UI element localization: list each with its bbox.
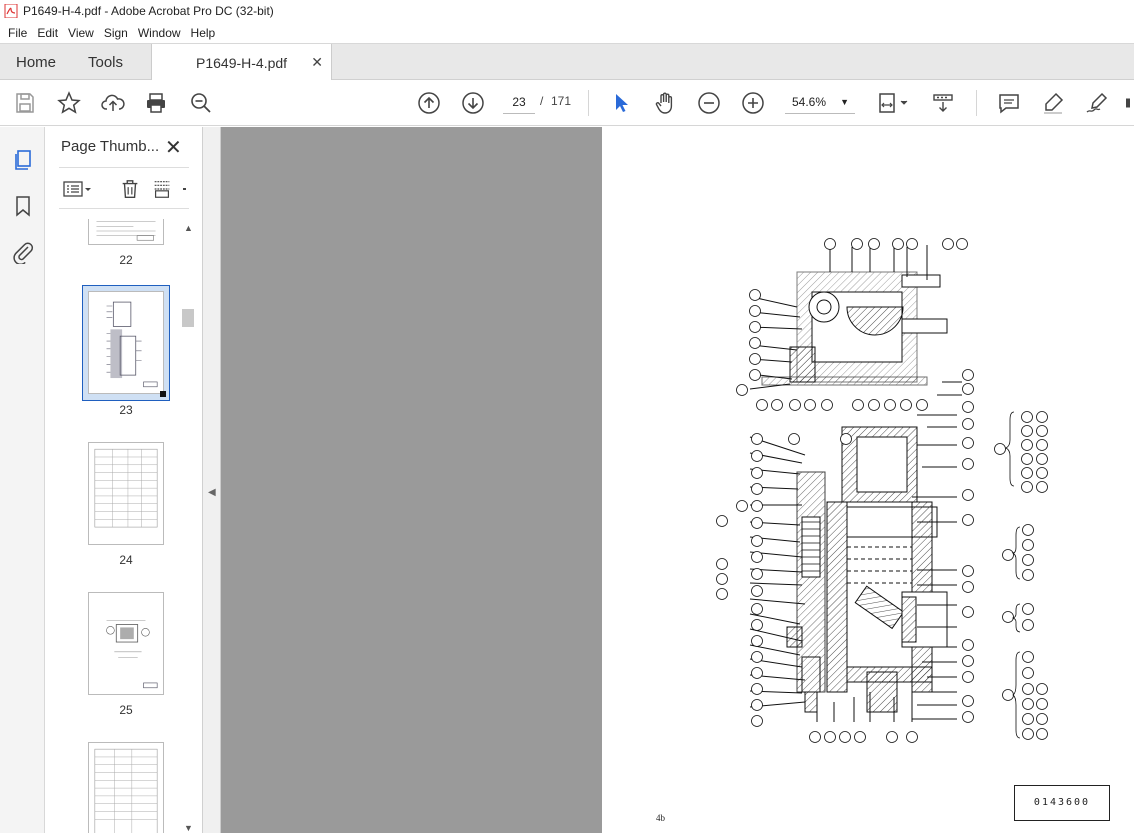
menu-view[interactable]: View — [63, 26, 99, 40]
bookmarks-icon[interactable] — [10, 193, 36, 219]
menu-help[interactable]: Help — [186, 26, 221, 40]
page-thumbnail[interactable] — [88, 442, 164, 545]
toolbar-divider — [588, 90, 589, 116]
page-thumbnails-icon[interactable] — [10, 147, 36, 173]
drawing-code-box: 0143600 — [1014, 785, 1110, 821]
page-total: 171 — [551, 94, 572, 108]
previous-page-icon[interactable] — [416, 90, 442, 116]
page-thumbnail[interactable] — [88, 219, 164, 245]
zoom-in-icon[interactable] — [740, 90, 766, 116]
page-thumbnail[interactable] — [88, 592, 164, 695]
tab-bar: Home Tools P1649-H-4.pdf ✕ — [0, 43, 1134, 81]
navigation-rail — [0, 127, 45, 833]
select-cursor-icon[interactable] — [608, 90, 634, 116]
toolbar-divider — [976, 90, 977, 116]
page-thumbnail-selected[interactable] — [88, 291, 164, 394]
highlight-pen-icon[interactable] — [1040, 90, 1066, 116]
page-thumbnails-panel: Page Thumb... ✕ 22 23 24 25 ▲ ▼ — [45, 127, 203, 833]
tab-document-label: P1649-H-4.pdf — [196, 54, 288, 71]
page-number-input[interactable]: 23 — [503, 90, 535, 114]
scroll-up-icon[interactable]: ▲ — [184, 223, 193, 233]
toolbar: 23 / 171 54.6% ▼ — [0, 80, 1134, 126]
thumbnail-options-icon[interactable] — [59, 178, 95, 200]
close-tab-icon[interactable]: ✕ — [311, 54, 323, 71]
delete-page-icon[interactable] — [117, 178, 143, 200]
panel-toolbar — [59, 167, 189, 209]
save-icon[interactable] — [12, 90, 38, 116]
hand-tool-icon[interactable] — [652, 90, 678, 116]
scrollbar-thumb[interactable] — [182, 309, 194, 327]
menu-bar: File Edit View Sign Window Help — [0, 22, 1134, 43]
menu-sign[interactable]: Sign — [99, 26, 133, 40]
technical-drawing-image — [716, 238, 1048, 743]
menu-file[interactable]: File — [3, 26, 32, 40]
thumbnail-scrollbar[interactable]: ▲ ▼ — [181, 219, 195, 833]
page-thumbnail-label: 23 — [119, 403, 133, 417]
panel-collapse-handle[interactable]: ◀ — [203, 127, 221, 833]
title-bar: P1649-H-4.pdf - Adobe Acrobat Pro DC (32… — [0, 0, 1134, 22]
more-tools-icon[interactable] — [1122, 90, 1134, 116]
collapse-left-icon[interactable]: ◀ — [208, 487, 216, 498]
page-thumbnail-label: 24 — [119, 553, 133, 567]
scroll-down-icon[interactable]: ▼ — [184, 823, 193, 833]
tab-document[interactable]: P1649-H-4.pdf ✕ — [151, 44, 332, 81]
zoom-level-select[interactable]: 54.6% ▼ — [785, 90, 855, 114]
menu-window[interactable]: Window — [133, 26, 186, 40]
tab-home[interactable]: Home — [16, 44, 56, 80]
acrobat-app-icon — [4, 4, 18, 18]
window-title: P1649-H-4.pdf - Adobe Acrobat Pro DC (32… — [23, 4, 274, 18]
find-zoom-icon[interactable] — [188, 90, 214, 116]
pdf-page: 0143600 4b — [602, 127, 1134, 833]
scroll-mode-icon[interactable] — [930, 90, 956, 116]
panel-title: Page Thumb... — [61, 138, 160, 155]
page-separator: / — [540, 94, 544, 108]
extract-pages-icon[interactable] — [149, 178, 175, 200]
zoom-level-value: 54.6% — [792, 95, 827, 109]
close-panel-icon[interactable]: ✕ — [165, 135, 182, 160]
current-page-marker — [160, 391, 166, 397]
attachments-paperclip-icon[interactable] — [10, 239, 36, 265]
fill-sign-icon[interactable] — [1084, 90, 1110, 116]
page-thumbnail[interactable] — [88, 742, 164, 833]
comment-icon[interactable] — [996, 90, 1022, 116]
zoom-out-icon[interactable] — [696, 90, 722, 116]
page-thumbnail-label: 22 — [119, 253, 133, 267]
chevron-down-icon: ▼ — [840, 97, 849, 107]
page-thumbnail-label: 25 — [119, 703, 133, 717]
next-page-icon[interactable] — [460, 90, 486, 116]
menu-edit[interactable]: Edit — [32, 26, 63, 40]
page-number-label: 4b — [656, 813, 665, 823]
print-icon[interactable] — [143, 90, 169, 116]
bookmark-star-icon[interactable] — [56, 90, 82, 116]
fit-page-icon[interactable] — [874, 90, 914, 116]
upload-cloud-icon[interactable] — [100, 90, 126, 116]
more-options-icon[interactable] — [179, 178, 189, 200]
document-viewport[interactable]: 0143600 4b — [221, 127, 1134, 833]
tab-tools[interactable]: Tools — [88, 44, 123, 80]
